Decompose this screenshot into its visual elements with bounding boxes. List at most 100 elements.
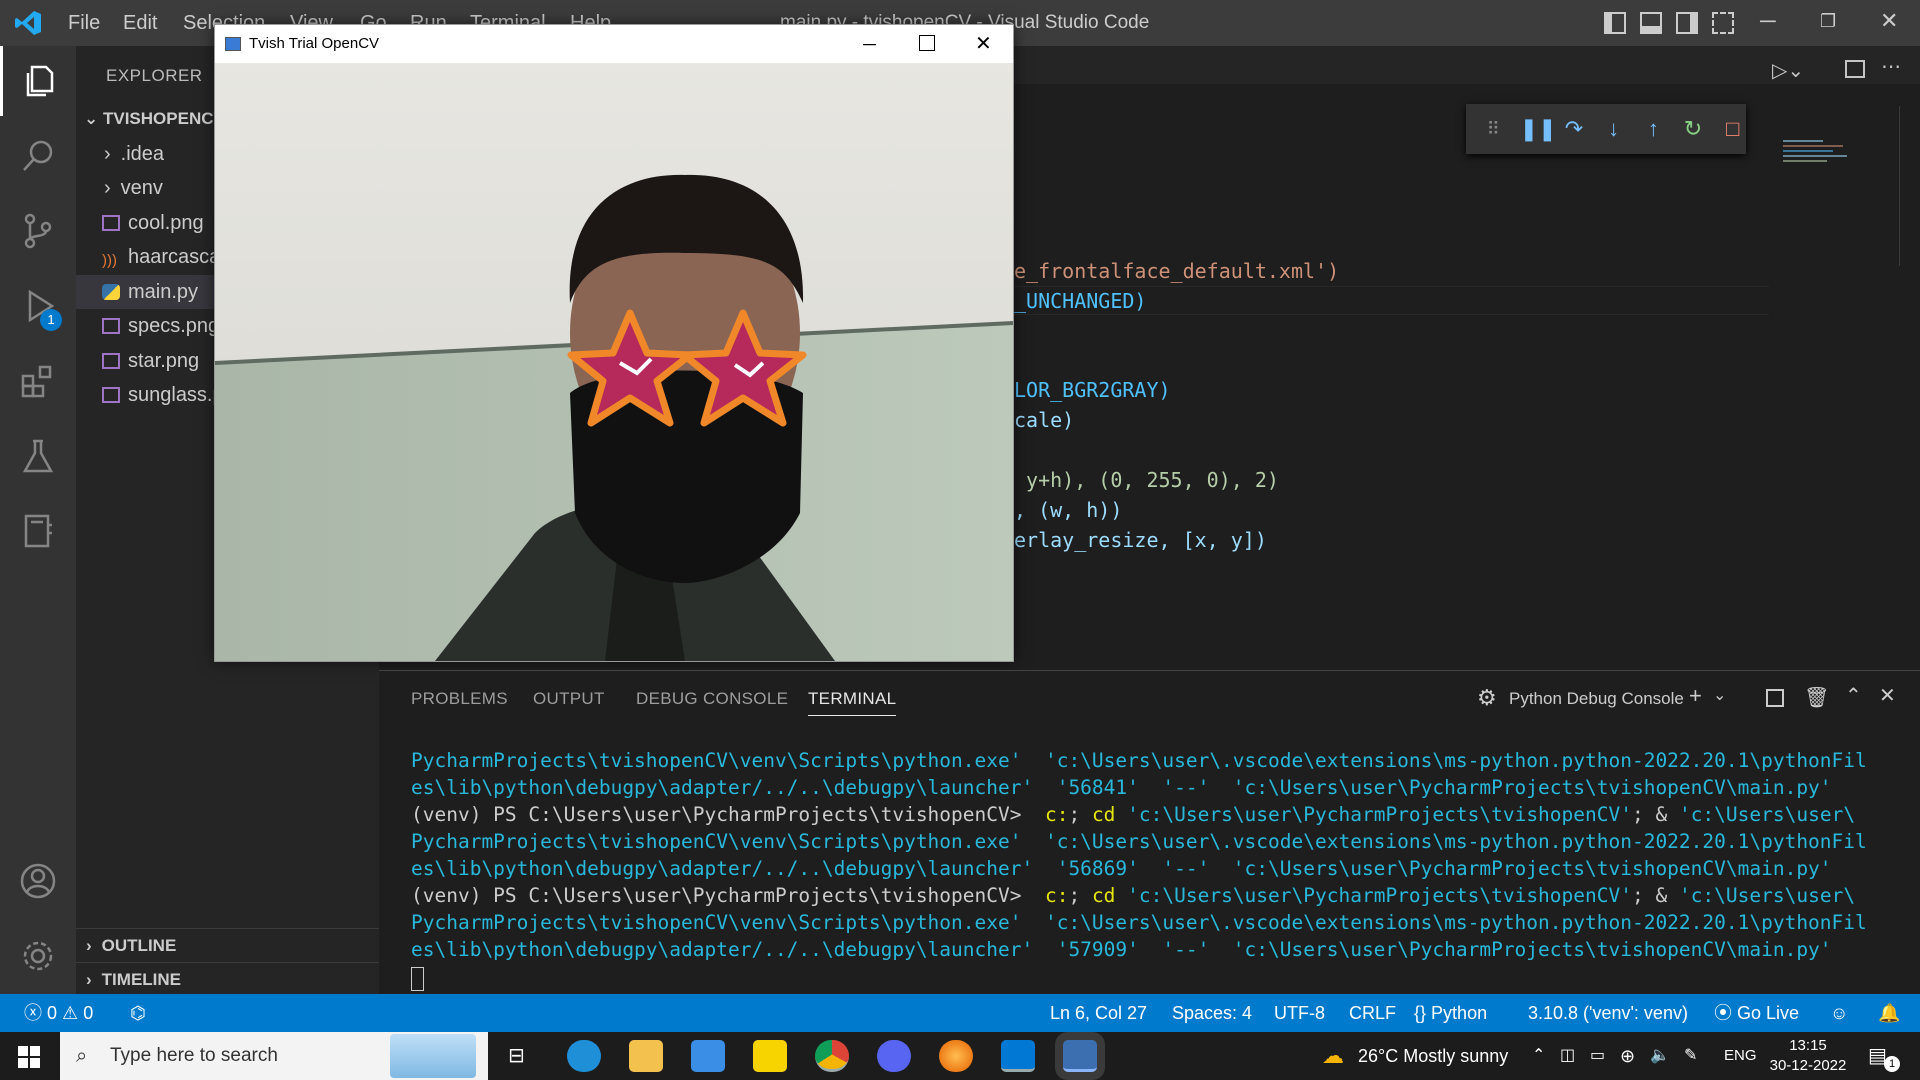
explorer-activity[interactable] — [0, 46, 76, 116]
tree-item-label: venv — [120, 177, 163, 199]
toggle-secondary-sidebar-icon[interactable] — [1676, 12, 1698, 34]
python-taskbar-icon[interactable] — [1063, 1040, 1097, 1072]
language-mode[interactable]: {} Python — [1414, 994, 1487, 1032]
battery-icon[interactable]: ▭ — [1590, 1032, 1605, 1080]
terminal-line: es\lib\python\debugpy\adapter/../..\debu… — [411, 938, 1832, 961]
input-language[interactable]: ENG — [1724, 1032, 1757, 1080]
drag-handle-icon[interactable]: ⠿ — [1480, 119, 1507, 140]
close-icon[interactable]: ✕ — [1880, 8, 1898, 34]
scrollbar-track[interactable] — [1899, 106, 1900, 266]
search-icon: ⌕ — [76, 1045, 88, 1067]
source-control-activity[interactable] — [0, 196, 76, 266]
terminal-name[interactable]: Python Debug Console — [1509, 689, 1684, 709]
terminal-text-segment: es\lib\python\debugpy\adapter/../..\debu… — [411, 938, 1832, 961]
stop-icon[interactable]: □ — [1719, 116, 1746, 142]
tab-terminal[interactable]: TERMINAL — [808, 689, 897, 716]
minimize-icon[interactable]: ─ — [1760, 8, 1776, 34]
customize-layout-icon[interactable] — [1712, 12, 1734, 34]
close-panel-icon[interactable]: ✕ — [1879, 683, 1896, 708]
step-out-icon[interactable]: ↑ — [1640, 116, 1667, 142]
chevron-down-icon[interactable]: ⌄ — [1713, 685, 1726, 705]
terminal-text-segment: (venv) PS C:\Users\user\PycharmProjects\… — [411, 803, 1045, 826]
tab-debug-console[interactable]: DEBUG CONSOLE — [636, 689, 788, 709]
image-file-icon — [102, 353, 120, 369]
extensions-activity[interactable] — [0, 346, 76, 416]
problems-status[interactable]: ⓧ 0 ⚠ 0 — [24, 994, 93, 1032]
end-of-line[interactable]: CRLF — [1349, 994, 1396, 1032]
pen-icon[interactable]: ✎ — [1684, 1032, 1697, 1080]
testing-activity[interactable] — [0, 421, 76, 491]
notebook-activity[interactable] — [0, 496, 76, 566]
pause-icon[interactable]: ❚❚ — [1520, 116, 1557, 142]
outline-section[interactable]: › OUTLINE — [76, 928, 379, 962]
sticky-notes-icon[interactable] — [753, 1040, 787, 1072]
minimap[interactable] — [1783, 136, 1855, 172]
firefox-icon[interactable] — [939, 1040, 973, 1072]
restore-icon[interactable]: ❐ — [1820, 11, 1836, 32]
vscode-taskbar-icon[interactable] — [1001, 1040, 1035, 1072]
more-actions-icon[interactable]: ⋯ — [1881, 54, 1901, 79]
go-live-button[interactable]: ⦿ Go Live — [1714, 994, 1799, 1032]
maximize-icon[interactable] — [919, 35, 935, 51]
close-icon[interactable]: ✕ — [975, 25, 992, 63]
mail-icon[interactable] — [691, 1040, 725, 1072]
network-icon[interactable]: ⊕ — [1620, 1032, 1635, 1080]
minimize-icon[interactable]: ─ — [863, 25, 876, 63]
search-activity[interactable] — [0, 121, 76, 191]
step-into-icon[interactable]: ↓ — [1600, 116, 1627, 142]
split-terminal-icon[interactable] — [1766, 689, 1784, 707]
image-file-icon — [102, 318, 120, 334]
new-terminal-icon[interactable]: + — [1689, 683, 1702, 709]
trash-icon[interactable]: 🗑 — [1804, 685, 1829, 710]
discord-icon[interactable] — [877, 1040, 911, 1072]
terminal-text-segment: ; & — [1631, 884, 1679, 907]
current-line-highlight-bottom — [1009, 314, 1769, 315]
bug-icon: ⚙ — [1477, 685, 1497, 710]
run-python-icon[interactable]: ▷⌄ — [1772, 58, 1804, 83]
chrome-icon[interactable] — [815, 1040, 849, 1072]
chevron-right-icon: › — [104, 143, 111, 165]
tray-app-icon[interactable]: ◫ — [1560, 1032, 1575, 1080]
taskbar-search-box[interactable]: ⌕ Type here to search — [60, 1032, 488, 1080]
python-interpreter[interactable]: 3.10.8 ('venv': venv) — [1528, 994, 1688, 1032]
weather-icon[interactable]: ☁ — [1322, 1032, 1344, 1080]
terminal-text-segment: 'c:\Users\user\ — [1678, 803, 1856, 826]
debug-status-icon[interactable]: ⌬ — [130, 994, 146, 1032]
notification-center-icon[interactable]: ▤ — [1868, 1032, 1887, 1080]
feedback-icon[interactable]: ☺ — [1830, 994, 1848, 1032]
vscode-logo-icon — [15, 11, 41, 35]
tab-output[interactable]: OUTPUT — [533, 689, 605, 709]
cursor-position[interactable]: Ln 6, Col 27 — [1050, 994, 1147, 1032]
notifications-bell-icon[interactable]: 🔔 — [1878, 994, 1900, 1032]
encoding[interactable]: UTF-8 — [1274, 994, 1325, 1032]
opencv-window-titlebar[interactable]: Tvish Trial OpenCV ─ ✕ — [215, 25, 1013, 63]
toggle-panel-icon[interactable] — [1640, 12, 1662, 34]
volume-icon[interactable]: 🔈 — [1650, 1032, 1670, 1080]
terminal-text-segment: c: — [1044, 803, 1069, 826]
tab-problems[interactable]: PROBLEMS — [411, 689, 508, 709]
restart-icon[interactable]: ↻ — [1680, 116, 1707, 142]
opencv-window[interactable]: Tvish Trial OpenCV ─ ✕ — [214, 24, 1014, 662]
status-bar: ⓧ 0 ⚠ 0 ⌬ Ln 6, Col 27 Spaces: 4 UTF-8 C… — [0, 994, 1920, 1032]
manage-activity[interactable] — [0, 921, 76, 991]
menu-file[interactable]: File — [68, 0, 100, 46]
python-file-icon — [102, 284, 120, 300]
step-over-icon[interactable]: ↷ — [1561, 116, 1588, 142]
menu-edit[interactable]: Edit — [123, 0, 157, 46]
clock[interactable]: 13:15 30-12-2022 — [1768, 1036, 1848, 1076]
toggle-primary-sidebar-icon[interactable] — [1604, 12, 1626, 34]
timeline-section[interactable]: › TIMELINE — [76, 962, 379, 996]
app-window-icon — [225, 37, 241, 51]
maximize-panel-icon[interactable]: ⌃ — [1845, 683, 1862, 708]
file-explorer-icon[interactable] — [629, 1040, 663, 1072]
chevron-down-icon: ⌄ — [84, 109, 99, 128]
indentation[interactable]: Spaces: 4 — [1172, 994, 1252, 1032]
edge-icon[interactable] — [567, 1040, 601, 1072]
split-editor-icon[interactable] — [1845, 60, 1865, 78]
accounts-activity[interactable] — [0, 846, 76, 916]
run-debug-activity[interactable]: 1 — [0, 271, 76, 341]
tray-overflow-icon[interactable]: ⌃ — [1532, 1032, 1545, 1080]
windows-start-icon[interactable] — [18, 1046, 40, 1068]
task-view-icon[interactable]: ⊟ — [508, 1032, 525, 1080]
weather-text[interactable]: 26°C Mostly sunny — [1358, 1032, 1508, 1080]
